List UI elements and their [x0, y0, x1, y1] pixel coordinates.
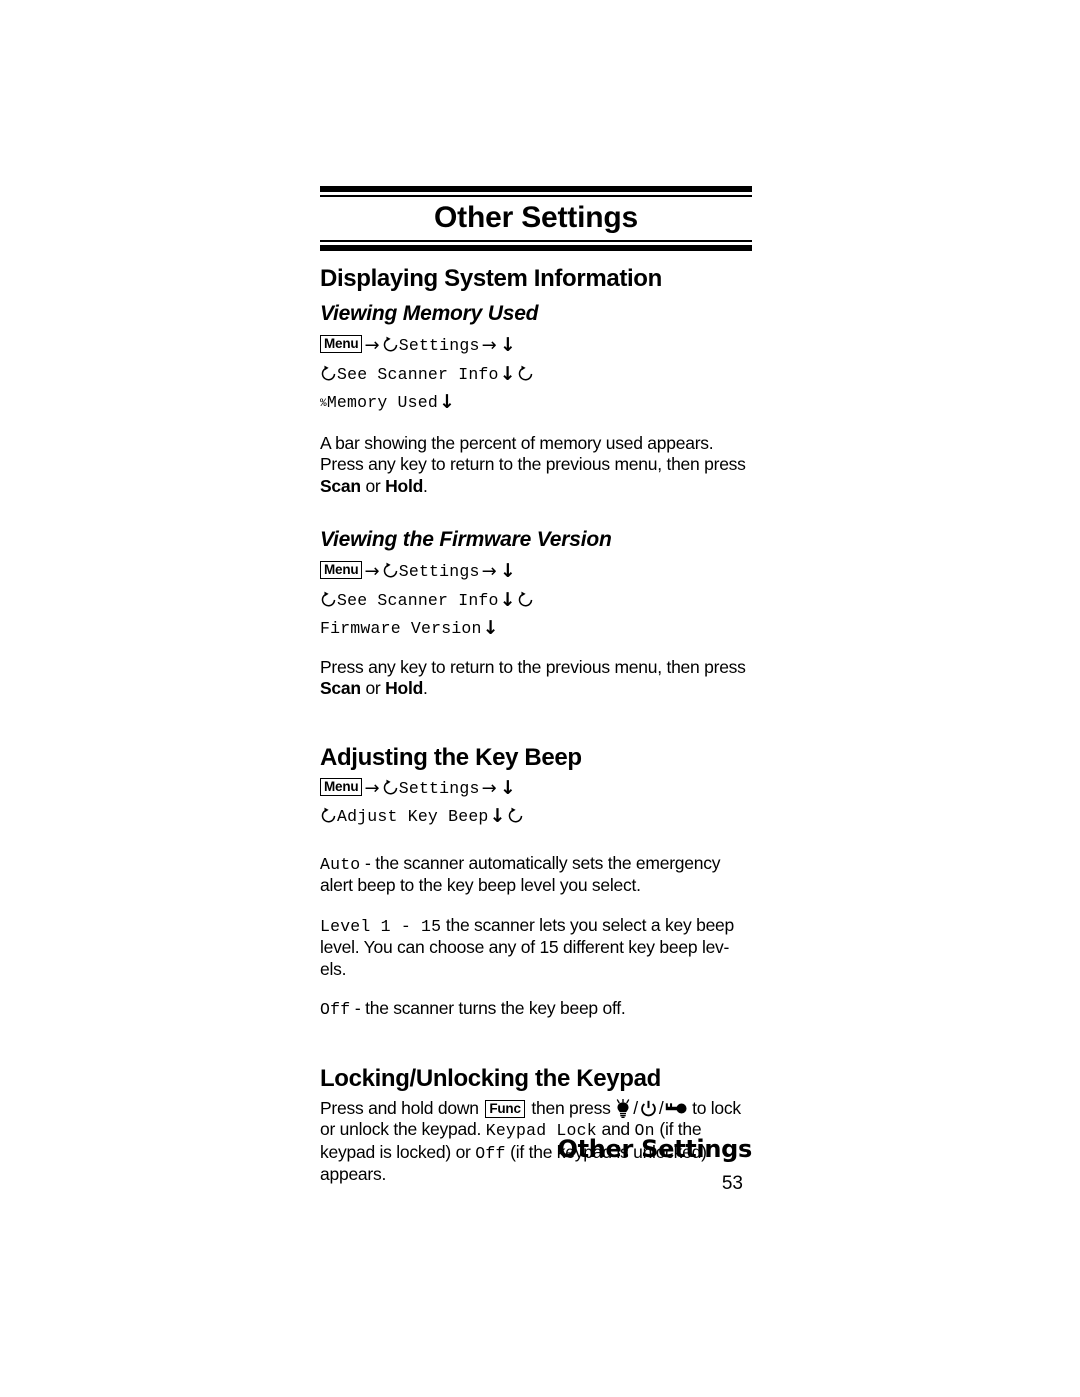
hold-key-label: Hold	[385, 475, 424, 496]
heading-locking-unlocking-the-keypad: Locking/Unlocking the Keypad	[320, 1064, 661, 1092]
heading-viewing-memory-used: Viewing Memory Used	[320, 302, 539, 325]
percent-symbol: %	[320, 398, 327, 410]
page-footer: Other Settings 53	[320, 1135, 752, 1196]
heading-adjusting-the-key-beep: Adjusting the Key Beep	[320, 743, 582, 771]
firmware-line2-mid: or	[360, 678, 386, 698]
settings-label: Settings	[398, 778, 480, 798]
key-icon	[665, 1102, 687, 1115]
arrow-right-icon-2: →	[481, 335, 497, 356]
memory-used-line1: A bar showing the percent of memory used…	[320, 432, 714, 453]
rotary-knob-icon	[320, 365, 337, 382]
option-auto-value: Auto	[320, 854, 361, 874]
rotary-knob-icon	[507, 807, 524, 824]
arrow-down-icon-3: ↓	[482, 617, 499, 639]
menu-path-memory-used-line1: Menu → Settings → ↓	[320, 331, 752, 360]
rotary-knob-icon	[382, 562, 399, 579]
chapter-header: Other Settings	[320, 186, 752, 251]
rotary-knob-icon	[382, 336, 399, 353]
memory-used-line3-mid: or	[360, 475, 386, 496]
menu-path-memory-used-line3: %Memory Used↓	[320, 388, 752, 419]
arrow-right-icon: →	[364, 777, 380, 799]
arrow-down-icon: ↓	[499, 334, 516, 356]
rotary-knob-icon	[382, 779, 399, 796]
option-off-text: - the scanner turns the key beep off.	[350, 998, 626, 1018]
paragraph-option-level: Level 1 - 15 the scanner lets you select…	[320, 915, 752, 981]
arrow-down-icon: ↓	[499, 776, 516, 799]
icon-separator-1: /	[633, 1097, 638, 1118]
adjust-key-beep-label: Adjust Key Beep	[337, 807, 489, 826]
hold-key-label: Hold	[385, 678, 424, 698]
memory-used-line3-end: .	[423, 475, 428, 496]
menu-path-firmware-line2: See Scanner Info↓	[320, 586, 752, 615]
paragraph-option-auto: Auto - the scanner automatically sets th…	[320, 853, 752, 897]
arrow-right-icon-2: →	[481, 777, 497, 799]
memory-used-line2: Press any key to return to the previous …	[320, 454, 700, 474]
settings-label: Settings	[398, 562, 480, 581]
arrow-down-icon: ↓	[499, 560, 516, 582]
arrow-right-icon: →	[364, 335, 380, 356]
menu-path-firmware-line1: Menu → Settings → ↓	[320, 557, 752, 586]
menu-key-cap[interactable]: Menu	[320, 777, 363, 796]
menu-path-firmware-line3: Firmware Version↓	[320, 614, 752, 643]
arrow-down-icon-2: ↓	[499, 362, 516, 385]
func-key-cap[interactable]: Func	[485, 1099, 525, 1118]
icon-separator-2: /	[658, 1097, 664, 1118]
rotary-knob-icon	[517, 591, 534, 608]
scan-key-label: Scan	[320, 678, 361, 698]
light-bulb-icon	[615, 1098, 631, 1118]
menu-path-key-beep-line2: Adjust Key Beep↓	[320, 802, 752, 831]
keypad-lock-mid: then press	[526, 1097, 616, 1118]
heading-displaying-system-information: Displaying System Information	[320, 265, 662, 292]
arrow-down-icon-2: ↓	[489, 805, 506, 827]
keypad-lock-pre: Press and hold down	[320, 1097, 484, 1118]
menu-key-cap[interactable]: Menu	[320, 561, 363, 579]
see-scanner-info-label: See Scanner Info	[337, 364, 499, 384]
firmware-line2-end: .	[423, 678, 428, 698]
rotary-knob-icon	[517, 365, 534, 382]
firmware-line1: Press any key to return to the previous …	[320, 656, 700, 677]
scan-key-label: Scan	[320, 475, 361, 496]
memory-used-label: Memory Used	[326, 393, 438, 412]
settings-label: Settings	[398, 336, 480, 355]
menu-path-memory-used-line2: See Scanner Info↓	[320, 360, 752, 389]
firmware-version-label: Firmware Version	[320, 619, 482, 638]
option-off-value: Off	[320, 1000, 351, 1019]
paragraph-memory-used: A bar showing the percent of memory used…	[320, 433, 752, 498]
menu-key-cap[interactable]: Menu	[320, 335, 363, 353]
power-icon	[640, 1100, 657, 1118]
manual-page: Other Settings Displaying System Informa…	[0, 0, 1080, 1397]
menu-path-key-beep-line1: Menu → Settings → ↓	[320, 774, 752, 803]
firmware-line2-pre: press	[704, 656, 746, 677]
rotary-knob-icon	[320, 807, 337, 824]
arrow-right-icon: →	[364, 561, 380, 582]
page-number: 53	[721, 1173, 743, 1194]
footer-chapter-title: Other Settings	[557, 1135, 752, 1163]
rotary-knob-icon	[320, 591, 337, 608]
option-level-value: Level 1 - 15	[320, 916, 442, 936]
arrow-down-icon-3: ↓	[438, 391, 456, 413]
arrow-down-icon-2: ↓	[499, 588, 516, 611]
arrow-right-icon-2: →	[481, 561, 497, 582]
paragraph-firmware-version: Press any key to return to the previous …	[320, 657, 752, 700]
paragraph-option-off: Off - the scanner turns the key beep off…	[320, 998, 752, 1021]
heading-viewing-firmware-version: Viewing the Firmware Version	[320, 528, 612, 551]
option-auto-text: - the scanner automatically sets the eme…	[320, 852, 721, 896]
page-title: Other Settings	[434, 201, 638, 234]
memory-used-line3-pre: press	[704, 454, 746, 474]
see-scanner-info-label: See Scanner Info	[337, 590, 499, 610]
page-content: Other Settings Displaying System Informa…	[320, 186, 752, 1186]
header-rule-bottom-thick	[320, 245, 752, 251]
